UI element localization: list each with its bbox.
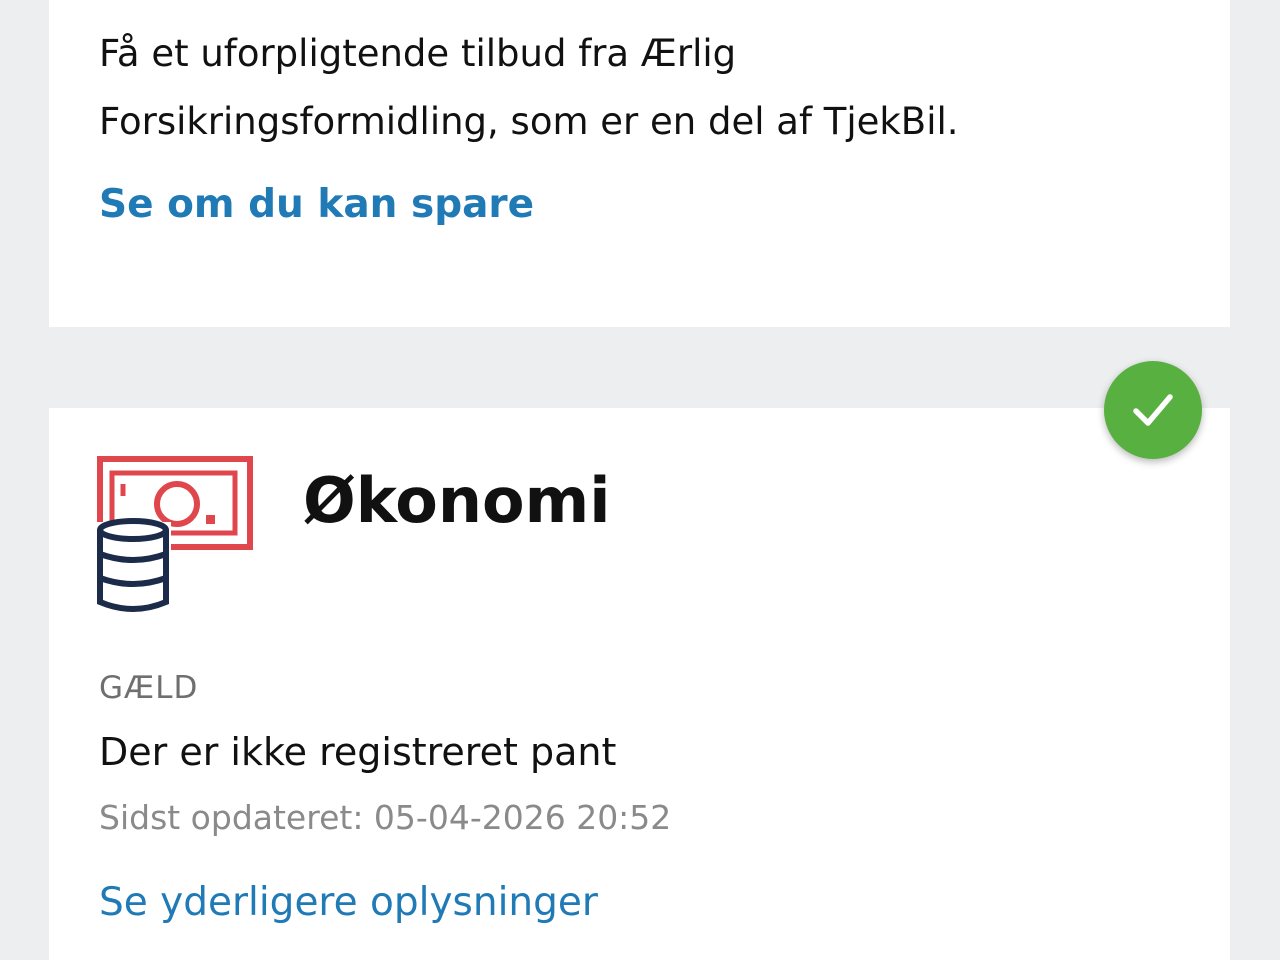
debt-status-text: Der er ikke registreret pant <box>99 730 617 774</box>
status-badge <box>1104 361 1202 459</box>
section-title: Økonomi <box>303 464 611 537</box>
insurance-card: Få et uforpligtende tilbud fra Ærlig For… <box>49 0 1230 327</box>
category-label: GÆLD <box>99 670 199 706</box>
insurance-offer-text: Få et uforpligtende tilbud fra Ærlig For… <box>99 32 959 143</box>
save-link[interactable]: Se om du kan spare <box>99 182 534 227</box>
details-link[interactable]: Se yderligere oplysninger <box>99 880 598 925</box>
economy-card: Økonomi GÆLD Der er ikke registreret pan… <box>49 408 1230 960</box>
money-coins-icon <box>97 456 253 616</box>
last-updated-text: Sidst opdateret: 05-04-2026 20:52 <box>99 798 672 837</box>
check-icon <box>1133 394 1173 426</box>
page: Få et uforpligtende tilbud fra Ærlig For… <box>0 0 1280 960</box>
